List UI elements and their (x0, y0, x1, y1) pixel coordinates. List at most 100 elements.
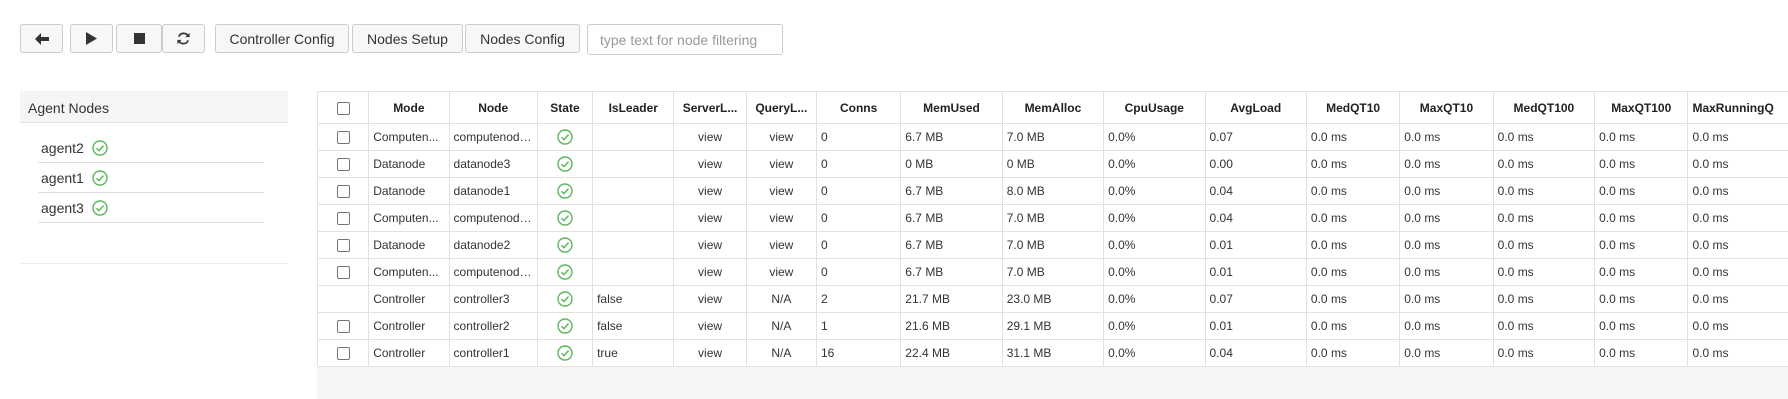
conns-cell: 0 (815, 231, 902, 259)
nodes-setup-button[interactable]: Nodes Setup (352, 24, 463, 53)
agent-nodes-title: Agent Nodes (20, 91, 288, 123)
row-checkbox[interactable] (336, 347, 350, 361)
query-log-link[interactable]: view (745, 150, 817, 178)
node-filter-input[interactable] (587, 24, 783, 55)
maxrunningq-cell: 0.0 ms (1687, 204, 1788, 232)
column-header-medqt100[interactable]: MedQT100 (1492, 91, 1596, 124)
memused-cell: 0 MB (900, 150, 1003, 178)
query-log-link[interactable]: view (745, 258, 817, 286)
state-cell (536, 204, 594, 232)
node-link[interactable]: controller1 (448, 339, 538, 367)
maxqt10-cell: 0.0 ms (1399, 312, 1494, 340)
maxqt100-cell: 0.0 ms (1594, 285, 1689, 313)
maxqt10-cell: 0.0 ms (1399, 204, 1494, 232)
play-button[interactable] (70, 24, 113, 53)
column-header-conns[interactable]: Conns (815, 91, 902, 124)
state-cell (536, 177, 594, 205)
table-row[interactable]: Controller controller3 false view N/A 2 21.7 M… (317, 285, 1788, 313)
agent-item[interactable]: agent3 (38, 193, 264, 223)
server-log-link[interactable]: view (673, 231, 747, 259)
memalloc-cell: 23.0 MB (1001, 285, 1105, 313)
column-header-medqt10[interactable]: MedQT10 (1305, 91, 1401, 124)
table-row[interactable]: Computen... computenode1 view view 0 6.7 MB 7.… (317, 204, 1788, 232)
refresh-icon (176, 31, 191, 46)
controller-config-button[interactable]: Controller Config (215, 24, 349, 53)
server-log-link[interactable]: view (673, 150, 747, 178)
server-log-link[interactable]: view (673, 123, 747, 151)
agent-item[interactable]: agent2 (38, 133, 264, 163)
column-header-maxrunningq[interactable]: MaxRunningQ (1687, 91, 1788, 124)
isleader-cell (592, 231, 675, 259)
table-row[interactable]: Computen... computenode2 view view 0 6.7 MB 7.… (317, 258, 1788, 286)
select-all-checkbox[interactable] (336, 101, 350, 115)
server-log-link[interactable]: view (673, 204, 747, 232)
server-log-link[interactable]: view (673, 312, 747, 340)
node-link[interactable]: computenode1 (448, 204, 538, 232)
row-checkbox[interactable] (336, 158, 350, 172)
node-link[interactable]: controller2 (448, 312, 538, 340)
column-header-isleader[interactable]: IsLeader (592, 91, 675, 124)
node-link[interactable]: datanode3 (448, 150, 538, 178)
column-header-maxqt100[interactable]: MaxQT100 (1594, 91, 1689, 124)
column-header-avgload[interactable]: AvgLoad (1204, 91, 1307, 124)
check-circle-icon (557, 345, 573, 361)
table-row[interactable]: Datanode datanode3 view view 0 0 MB 0 MB 0.0% 0.… (317, 150, 1788, 178)
medqt100-cell: 0.0 ms (1492, 123, 1596, 151)
column-header-querylog[interactable]: QueryL... (745, 91, 817, 124)
row-checkbox[interactable] (336, 185, 350, 199)
table-row[interactable]: Computen... computenode3 view view 0 6.7 MB 7.… (317, 123, 1788, 151)
row-select-cell (317, 339, 370, 367)
table-row[interactable]: Datanode datanode1 view view 0 6.7 MB 8.0 MB 0.… (317, 177, 1788, 205)
column-header-mode[interactable]: Mode (368, 91, 450, 124)
query-log-link[interactable]: view (745, 177, 817, 205)
server-log-link[interactable]: view (673, 177, 747, 205)
node-link[interactable]: computenode3 (448, 123, 538, 151)
column-header-serverlog[interactable]: ServerL... (673, 91, 747, 124)
server-log-link[interactable]: view (673, 258, 747, 286)
row-checkbox[interactable] (336, 212, 350, 226)
maxrunningq-cell: 0.0 ms (1687, 231, 1788, 259)
cpuusage-cell: 0.0% (1103, 312, 1206, 340)
column-header-cpuusage[interactable]: CpuUsage (1103, 91, 1206, 124)
query-log-link[interactable]: view (745, 231, 817, 259)
row-checkbox[interactable] (336, 131, 350, 145)
server-log-link[interactable]: view (673, 339, 747, 367)
node-link[interactable]: controller3 (448, 285, 538, 313)
agent-item[interactable]: agent1 (38, 163, 264, 193)
isleader-cell: false (592, 285, 675, 313)
row-checkbox[interactable] (336, 239, 350, 253)
row-select-cell (317, 258, 370, 286)
column-header-maxqt10[interactable]: MaxQT10 (1399, 91, 1494, 124)
column-header-memused[interactable]: MemUsed (900, 91, 1003, 124)
query-log-link[interactable]: view (745, 123, 817, 151)
play-icon (86, 32, 97, 45)
conns-cell: 0 (815, 150, 902, 178)
node-link[interactable]: datanode1 (448, 177, 538, 205)
back-button[interactable] (20, 24, 63, 53)
query-log-link[interactable]: view (745, 204, 817, 232)
table-row[interactable]: Controller controller2 false view N/A 1 21.6 M… (317, 312, 1788, 340)
table-row[interactable]: Controller controller1 true view N/A 16 22.4 M… (317, 339, 1788, 367)
column-header-memalloc[interactable]: MemAlloc (1001, 91, 1105, 124)
row-checkbox[interactable] (336, 320, 350, 334)
check-circle-icon (557, 156, 573, 172)
column-header-node[interactable]: Node (448, 91, 538, 124)
node-link[interactable]: computenode2 (448, 258, 538, 286)
table-row[interactable]: Datanode datanode2 view view 0 6.7 MB 7.0 MB 0.… (317, 231, 1788, 259)
stop-button[interactable] (116, 24, 162, 53)
nodes-table: Mode Node State IsLeader ServerL... Quer… (317, 91, 1788, 367)
row-select-cell (317, 150, 370, 178)
maxrunningq-cell: 0.0 ms (1687, 177, 1788, 205)
node-link[interactable]: datanode2 (448, 231, 538, 259)
memalloc-cell: 7.0 MB (1001, 258, 1105, 286)
avgload-cell: 0.04 (1204, 339, 1307, 367)
column-header-state[interactable]: State (536, 91, 594, 124)
server-log-link[interactable]: view (673, 285, 747, 313)
check-circle-icon (557, 318, 573, 334)
row-checkbox[interactable] (336, 266, 350, 280)
maxrunningq-cell: 0.0 ms (1687, 150, 1788, 178)
nodes-config-button[interactable]: Nodes Config (465, 24, 580, 53)
refresh-button[interactable] (162, 24, 205, 53)
memused-cell: 6.7 MB (900, 177, 1003, 205)
maxqt10-cell: 0.0 ms (1399, 339, 1494, 367)
